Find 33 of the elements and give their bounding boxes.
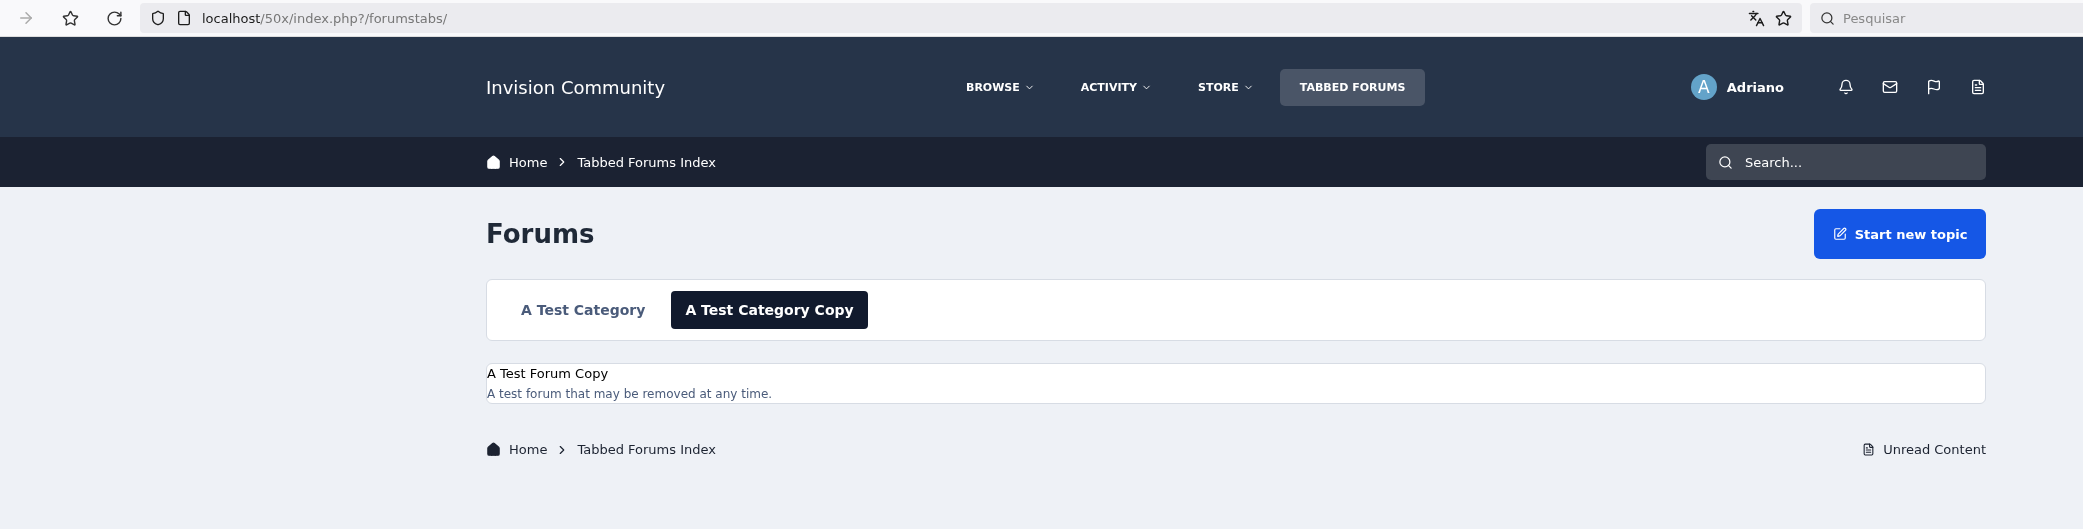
breadcrumb-link[interactable]: Tabbed Forums Index <box>577 154 716 170</box>
nav-item[interactable]: ACTIVITY <box>1060 68 1173 106</box>
star-icon <box>1775 9 1792 27</box>
unread-content-link[interactable]: Unread Content <box>1862 442 1986 457</box>
forum-description: A test forum that may be removed at any time. <box>487 387 774 403</box>
page-icon <box>176 10 192 26</box>
breadcrumb-link[interactable]: Home <box>509 442 548 457</box>
breadcrumb-link[interactable]: Home <box>509 154 548 170</box>
site-logo[interactable]: Invision Community <box>486 76 946 98</box>
home-icon <box>486 442 501 457</box>
nav-item[interactable]: BROWSE <box>946 68 1055 106</box>
search-field[interactable]: Search... <box>1706 144 1986 180</box>
search-icon <box>1718 154 1733 170</box>
page-title: Forums <box>486 219 595 249</box>
category-tab[interactable]: A Test Category <box>507 291 660 329</box>
category-tab[interactable]: A Test Category Copy <box>671 291 868 329</box>
user-name[interactable]: Adriano <box>1726 79 1784 95</box>
flag-icon[interactable] <box>1926 79 1942 95</box>
nav-item[interactable]: TABBED FORUMS <box>1279 68 1426 106</box>
mail-icon[interactable] <box>1882 79 1898 95</box>
bell-icon[interactable] <box>1838 79 1854 95</box>
translate-icon <box>1748 9 1765 27</box>
forum-title[interactable]: A Test Forum Copy <box>487 364 609 381</box>
breadcrumb-link[interactable]: Tabbed Forums Index <box>577 442 716 457</box>
address-bar[interactable]: localhost/50x/index.php?/forumstabs/ <box>140 3 1802 33</box>
shield-icon <box>150 10 166 26</box>
home-icon <box>486 154 501 170</box>
document-icon <box>1862 443 1876 456</box>
edit-icon <box>1832 227 1847 241</box>
search-icon <box>1820 10 1835 26</box>
nav-item[interactable]: STORE <box>1178 68 1274 106</box>
document-icon[interactable] <box>1970 79 1986 95</box>
start-topic-button[interactable]: Start new topic <box>1814 209 1986 259</box>
